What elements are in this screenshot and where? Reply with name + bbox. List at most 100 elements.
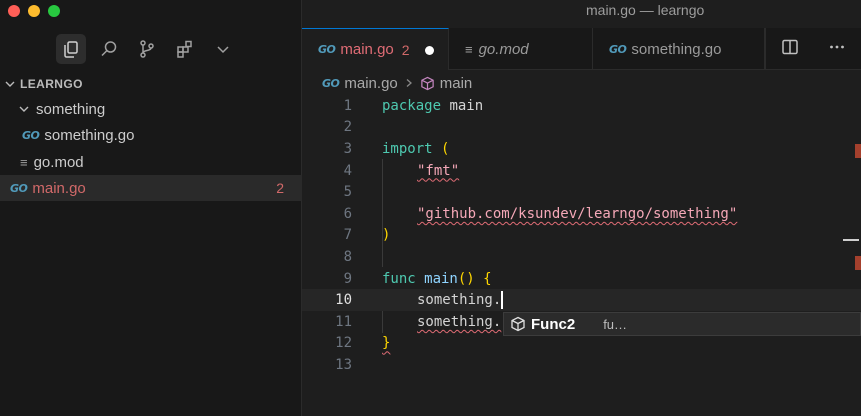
cube-icon	[507, 316, 529, 332]
tab-label: go.mod	[478, 40, 529, 58]
chevron-down-icon	[217, 46, 229, 54]
identifier: something.	[417, 313, 502, 330]
code-line: 8	[302, 246, 861, 268]
punctuation: ()	[457, 270, 475, 287]
section-title: LEARNGO	[20, 77, 83, 91]
source-control-button[interactable]	[132, 34, 162, 64]
string-literal: "fmt"	[417, 162, 460, 179]
tab-go-mod[interactable]: ≡ go.mod	[449, 28, 593, 70]
punctuation: (	[432, 140, 450, 157]
code-line: 2	[302, 117, 861, 139]
line-number: 6	[343, 205, 352, 222]
tab-bar: GO main.go 2 ≡ go.mod GO something.go	[302, 28, 861, 70]
line-number: 7	[343, 227, 352, 244]
code-line: 4 "fmt"	[302, 160, 861, 182]
files-icon	[64, 41, 78, 58]
line-number: 8	[343, 248, 352, 265]
code-line: 6 "github.com/ksundev/learngo/something"	[302, 203, 861, 225]
explorer-sidebar: LEARNGO something GO something.go ≡ go.m…	[0, 0, 302, 416]
breadcrumb-symbol[interactable]: main	[440, 75, 473, 92]
tree-file-go-mod[interactable]: ≡ go.mod	[0, 149, 302, 175]
code-line: 1 package main	[302, 95, 861, 117]
problem-count-badge: 2	[276, 180, 284, 196]
tab-problem-count: 2	[401, 41, 410, 58]
split-editor-icon	[782, 39, 798, 55]
tree-item-label: something.go	[44, 126, 135, 144]
code-line: 3 import (	[302, 138, 861, 160]
code-line: 7 )	[302, 225, 861, 247]
mod-file-icon: ≡	[20, 154, 28, 170]
tree-file-something-go[interactable]: GO something.go	[0, 122, 302, 148]
keyword: import	[382, 140, 433, 157]
search-icon	[101, 41, 117, 57]
maximize-window-button[interactable]	[48, 5, 60, 17]
line-number: 1	[343, 97, 352, 114]
tree-file-main-go[interactable]: GO main.go 2	[0, 175, 302, 201]
suggestion-name: Func2	[531, 315, 576, 333]
line-number: 9	[343, 270, 352, 287]
chevron-right-icon	[404, 75, 414, 92]
string-literal: "github.com/ksundev/learngo/something"	[417, 205, 738, 222]
more-actions-button[interactable]	[828, 38, 846, 60]
chevron-down-icon	[18, 103, 30, 115]
explorer-button[interactable]	[56, 34, 86, 64]
tree-item-label: main.go	[32, 179, 86, 197]
identifier: something.	[417, 292, 502, 309]
more-views-button[interactable]	[208, 34, 238, 64]
window-controls	[8, 5, 60, 17]
tab-label: main.go	[340, 41, 394, 58]
error-marker	[855, 144, 861, 158]
editor-actions	[765, 28, 861, 70]
unsaved-dot-icon[interactable]	[425, 46, 434, 55]
suggestion-detail: fu…	[603, 316, 628, 332]
go-file-icon: GO	[22, 128, 40, 142]
window-title: main.go — learngo	[586, 2, 705, 18]
split-editor-button[interactable]	[781, 38, 799, 60]
extensions-button[interactable]	[170, 34, 200, 64]
code-line: 9 func main() {	[302, 268, 861, 290]
breadcrumb-file[interactable]: main.go	[344, 75, 397, 92]
text-cursor	[501, 291, 504, 310]
tab-something-go[interactable]: GO something.go	[593, 28, 765, 70]
keyword: func	[382, 270, 416, 287]
source-control-icon	[140, 40, 154, 58]
line-number: 2	[343, 119, 352, 136]
go-file-icon: GO	[609, 42, 627, 56]
close-window-button[interactable]	[8, 5, 20, 17]
function-name: main	[415, 270, 458, 287]
tab-label: something.go	[631, 40, 722, 58]
autocomplete-suggestion[interactable]: Func2 fu…	[503, 312, 861, 336]
code-line: 5	[302, 181, 861, 203]
minimize-window-button[interactable]	[28, 5, 40, 17]
tree-folder-something[interactable]: something	[0, 96, 302, 122]
search-button[interactable]	[94, 34, 124, 64]
go-file-icon: GO	[318, 43, 336, 56]
tree-item-label: something	[36, 100, 106, 118]
error-marker	[855, 256, 861, 270]
code-line-current: 10 something.	[302, 289, 861, 311]
code-editor[interactable]: 1 package main 2 3 import ( 4 "fmt" 5 6 …	[302, 94, 861, 416]
extensions-icon	[177, 40, 192, 58]
line-number: 12	[335, 335, 352, 352]
punctuation: {	[474, 270, 492, 287]
ellipsis-icon	[830, 45, 845, 49]
code-line: 13	[302, 354, 861, 376]
keyword: package	[382, 97, 442, 114]
line-number: 4	[343, 162, 352, 179]
mod-file-icon: ≡	[465, 41, 473, 57]
tab-main-go[interactable]: GO main.go 2	[302, 28, 449, 70]
punctuation: )	[382, 227, 391, 244]
identifier: main	[441, 97, 484, 114]
breadcrumb: GO main.go main	[302, 72, 861, 94]
line-number: 10	[335, 292, 352, 309]
line-number: 13	[335, 356, 352, 373]
cube-icon	[420, 76, 435, 91]
explorer-section-header[interactable]: LEARNGO	[0, 74, 302, 94]
go-file-icon: GO	[322, 76, 340, 90]
line-number: 11	[335, 313, 352, 330]
scroll-position-indicator[interactable]	[843, 239, 859, 241]
line-number: 5	[343, 184, 352, 201]
punctuation: }	[382, 335, 391, 352]
line-number: 3	[343, 140, 352, 157]
chevron-down-icon	[0, 78, 20, 90]
